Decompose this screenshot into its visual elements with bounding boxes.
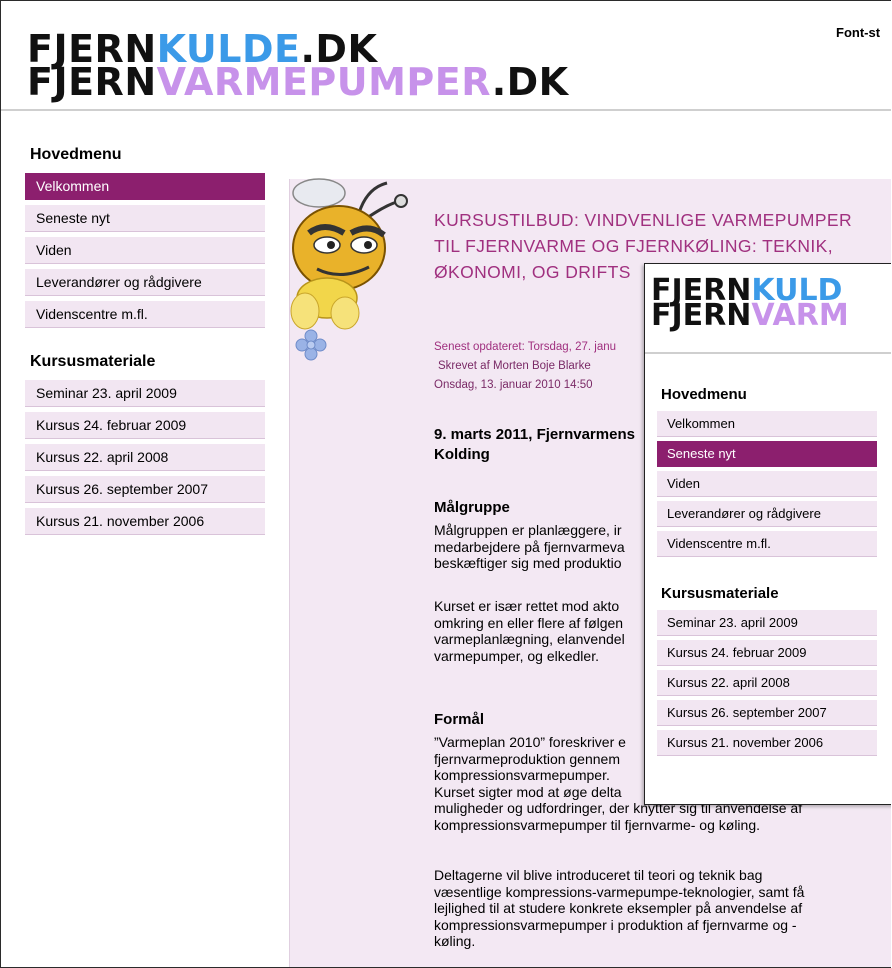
popup-course-item-feb-2009[interactable]: Kursus 24. februar 2009 xyxy=(657,640,877,666)
lead-line: Kolding xyxy=(434,446,490,463)
text-line: kompressionsvarmepumper til fjernvarme- … xyxy=(434,816,760,833)
main-menu-heading: Hovedmenu xyxy=(30,146,122,163)
logo-text: FJERN xyxy=(651,298,752,333)
course-item-sep-2007[interactable]: Kursus 26. september 2007 xyxy=(25,476,265,503)
publish-date: Onsdag, 13. januar 2010 14:50 xyxy=(434,379,593,391)
last-updated-text: Senest opdateret: Torsdag, 27. janu xyxy=(434,341,617,353)
article-lead: 9. marts 2011, Fjernvarmens Kolding xyxy=(434,425,644,465)
article-title-line: KURSUSTILBUD: VINDVENLIGE VARMEPUMPER xyxy=(434,210,853,230)
course-menu-heading: Kursusmateriale xyxy=(30,353,156,370)
popup-course-item-seminar-2009[interactable]: Seminar 23. april 2009 xyxy=(657,610,877,636)
bee-mascot-icon xyxy=(290,178,408,361)
site-logo[interactable]: FJERNKULDE.DK FJERNVARMEPUMPER.DK xyxy=(27,30,569,101)
popup-site-logo[interactable]: FJERNKULD FJERNVARM xyxy=(651,276,849,331)
popup-course-menu-heading: Kursusmateriale xyxy=(661,585,779,602)
heading-malgruppe: Målgruppe xyxy=(434,499,510,516)
text-line: kompressionsvarmepumper i produktion af … xyxy=(434,916,797,933)
menu-item-leverandorer[interactable]: Leverandører og rådgivere xyxy=(25,269,265,296)
text-line: køling. xyxy=(434,933,476,949)
article-title-line: TIL FJERNVARME OG FJERNKØLING: TEKNIK, xyxy=(434,236,833,256)
logo-text: VARM xyxy=(751,298,849,333)
logo-line-2: FJERNVARM xyxy=(651,301,849,331)
menu-item-seneste-nyt[interactable]: Seneste nyt xyxy=(25,205,265,232)
article-meta: Senest opdateret: Torsdag, 27. janu Skre… xyxy=(434,338,616,395)
text-line: Deltagerne vil blive introduceret til te… xyxy=(434,867,763,883)
popup-course-item-apr-2008[interactable]: Kursus 22. april 2008 xyxy=(657,670,877,696)
author-text: Skrevet af Morten Boje Blarke xyxy=(438,360,591,372)
overlay-window: FJERNKULD FJERNVARM Hovedmenu Velkommen … xyxy=(644,263,891,805)
text-line: væsentlige kompressions-varmepumpe-tekno… xyxy=(434,883,805,900)
sidebar: Hovedmenu Velkommen Seneste nyt Viden Le… xyxy=(25,146,265,540)
popup-menu-item-viden[interactable]: Viden xyxy=(657,471,877,497)
popup-menu-item-seneste-nyt[interactable]: Seneste nyt xyxy=(657,441,877,467)
popup-menu-item-videnscentre[interactable]: Videnscentre m.fl. xyxy=(657,531,877,557)
course-item-nov-2006[interactable]: Kursus 21. november 2006 xyxy=(25,508,265,535)
logo-text: FJERN xyxy=(27,60,157,104)
logo-text: VARMEPUMPER xyxy=(156,60,492,104)
browser-viewport: FJERNKULDE.DK FJERNVARMEPUMPER.DK Font-s… xyxy=(0,0,891,968)
logo-text: .DK xyxy=(491,60,569,104)
course-item-feb-2009[interactable]: Kursus 24. februar 2009 xyxy=(25,412,265,439)
paragraph-intro: Deltagerne vil blive introduceret til te… xyxy=(434,867,864,950)
font-size-control[interactable]: Font-st xyxy=(836,25,880,40)
logo-line-2: FJERNVARMEPUMPER.DK xyxy=(27,63,569,101)
popup-main-menu-heading: Hovedmenu xyxy=(661,386,747,403)
menu-item-velkommen[interactable]: Velkommen xyxy=(25,173,265,200)
course-item-apr-2008[interactable]: Kursus 22. april 2008 xyxy=(25,444,265,471)
menu-item-viden[interactable]: Viden xyxy=(25,237,265,264)
lead-line: 9. marts 2011, Fjernvarmens xyxy=(434,426,635,443)
course-item-seminar-2009[interactable]: Seminar 23. april 2009 xyxy=(25,380,265,407)
popup-course-item-nov-2006[interactable]: Kursus 21. november 2006 xyxy=(657,730,877,756)
popup-header-divider xyxy=(645,352,891,354)
popup-sidebar: Hovedmenu Velkommen Seneste nyt Viden Le… xyxy=(657,386,877,760)
heading-formal: Formål xyxy=(434,711,485,728)
popup-menu-item-velkommen[interactable]: Velkommen xyxy=(657,411,877,437)
menu-item-videnscentre[interactable]: Videnscentre m.fl. xyxy=(25,301,265,328)
popup-menu-item-leverandorer[interactable]: Leverandører og rådgivere xyxy=(657,501,877,527)
popup-course-item-sep-2007[interactable]: Kursus 26. september 2007 xyxy=(657,700,877,726)
text-line: lejlighed til at studere konkrete eksemp… xyxy=(434,900,803,916)
header-divider xyxy=(1,109,891,111)
